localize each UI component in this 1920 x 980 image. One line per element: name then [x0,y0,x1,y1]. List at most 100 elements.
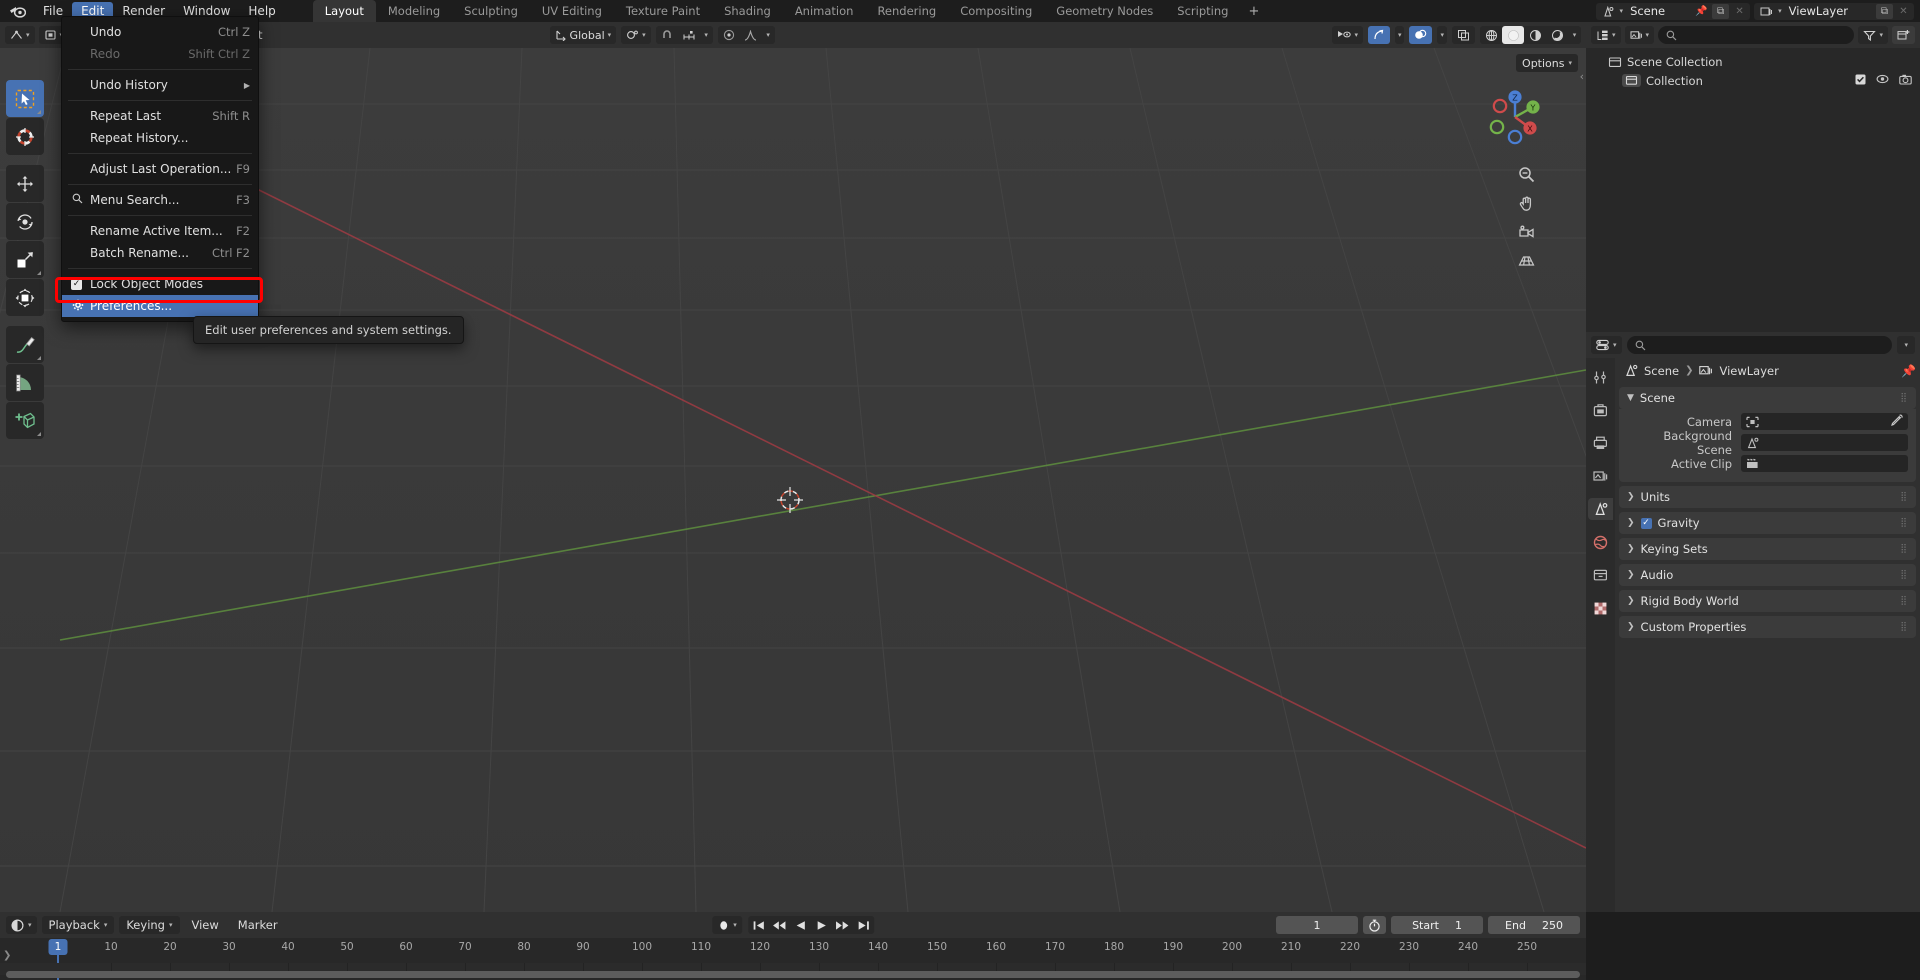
toggle-ortho-button[interactable] [1514,249,1538,273]
overlays-toggle[interactable] [1409,26,1433,44]
timeline-expand-arrow[interactable]: ❯ [3,950,11,961]
outliner-filter-id-selector[interactable]: ▾ [1624,26,1655,44]
playhead[interactable]: 1 [48,939,68,955]
panel-grip[interactable]: ⣿ [1900,492,1908,502]
prop-field-camera[interactable] [1741,413,1908,430]
breadcrumb-viewlayer-label[interactable]: ViewLayer [1719,364,1778,378]
use-preview-range-button[interactable] [1363,916,1386,934]
zoom-view-button[interactable] [1514,162,1538,186]
properties-editor[interactable]: ▾ ▾ Scene ❯ ViewLayer 📌 ▼ Scene ⣿ Camera… [1586,332,1920,912]
panel-custom-properties-header[interactable]: ❯ Custom Properties ⣿ [1619,616,1916,638]
gizmo-toggle[interactable] [1367,26,1390,44]
properties-tab-collection[interactable] [1588,564,1613,586]
outliner-filter-button[interactable]: ▾ [1858,26,1888,44]
falloff-curve-icon[interactable] [740,26,762,44]
panel-grip[interactable]: ⣿ [1900,544,1908,554]
timeline-editor[interactable]: ▾ Playback ▾ Keying ▾ View Marker ▾ 1 St… [0,912,1586,980]
properties-editor-type-selector[interactable]: ▾ [1591,336,1622,354]
properties-search-input[interactable] [1626,336,1893,354]
new-collection-button[interactable] [1892,26,1915,44]
auto-keying-toggle[interactable]: ▾ [712,916,742,934]
menu-item-undo-history[interactable]: Undo History ▶ [62,74,258,96]
outliner-display-mode-selector[interactable]: ▾ [1591,26,1621,44]
checkbox-checked-icon[interactable]: ✓ [71,278,82,290]
workspace-tab-modeling[interactable]: Modeling [376,0,452,22]
shading-material-preview-button[interactable] [1524,26,1546,44]
checkbox-checked-icon[interactable] [1855,74,1866,88]
sidebar-collapse-arrow[interactable]: ‹ [1580,70,1584,83]
workspace-tab-sculpting[interactable]: Sculpting [452,0,530,22]
end-frame-field[interactable]: End 250 [1488,916,1580,934]
properties-content[interactable]: Scene ❯ ViewLayer 📌 ▼ Scene ⣿ Camera Bac… [1615,358,1920,912]
shading-wireframe-button[interactable] [1480,26,1502,44]
tool-rotate[interactable] [6,203,44,240]
next-keyframe-button[interactable] [832,920,853,931]
proportional-edit-icon[interactable] [718,26,740,44]
panel-scene-header[interactable]: ▼ Scene ⣿ [1619,387,1916,409]
properties-tab-view-layer[interactable] [1588,465,1613,487]
menu-item-rename-active-item[interactable]: Rename Active Item... F2 [62,220,258,242]
add-workspace-button[interactable]: + [1240,4,1267,19]
workspace-tab-compositing[interactable]: Compositing [948,0,1044,22]
current-frame-field[interactable]: 1 [1276,916,1358,934]
timeline-menu-playback[interactable]: Playback ▾ [41,916,115,934]
properties-tab-scene[interactable] [1588,498,1613,520]
prop-row-active-clip[interactable]: Active Clip [1627,454,1908,473]
timeline-ruler[interactable]: 10 20 30 40 50 60 70 80 90 100 110 120 1… [0,938,1586,980]
panel-audio-header[interactable]: ❯ Audio ⣿ [1619,564,1916,586]
snap-target-icon[interactable] [678,26,700,44]
new-viewlayer-icon[interactable]: ⧉ [1876,3,1893,19]
properties-tab-tool[interactable] [1588,366,1613,388]
panel-grip[interactable]: ⣿ [1900,570,1908,580]
tool-add-cube[interactable] [6,402,44,439]
properties-tab-render[interactable] [1588,399,1613,421]
panel-grip[interactable]: ⣿ [1900,393,1908,403]
timeline-menu-view[interactable]: View [185,918,226,932]
chevron-down-icon[interactable]: ▾ [700,26,713,44]
properties-tab-texture[interactable] [1588,597,1613,619]
menu-item-batch-rename[interactable]: Batch Rename... Ctrl F2 [62,242,258,264]
tool-annotate[interactable] [6,326,44,363]
menu-item-menu-search[interactable]: Menu Search... F3 [62,189,258,211]
outliner-row-collection[interactable]: Collection [1586,71,1920,90]
workspace-tab-layout[interactable]: Layout [312,0,376,22]
chevron-down-icon[interactable]: ▾ [1568,26,1581,44]
navigation-gizmo[interactable]: Z Y X [1482,84,1548,150]
new-scene-icon[interactable]: ⧉ [1712,3,1730,19]
outliner-tree[interactable]: Scene Collection Collection [1586,48,1920,90]
eyedropper-icon[interactable] [1891,414,1903,429]
close-icon[interactable]: ✕ [1731,4,1748,19]
snap-magnet-icon[interactable] [656,26,678,44]
proportional-editing-controls[interactable]: ▾ [717,26,775,44]
properties-tab-world[interactable] [1588,531,1613,553]
viewport-options-button[interactable]: Options ▾ [1516,54,1578,72]
pin-icon[interactable]: 📌 [1693,4,1710,19]
menu-item-repeat-last[interactable]: Repeat Last Shift R [62,105,258,127]
properties-options-dropdown[interactable]: ▾ [1897,336,1915,354]
panel-scene[interactable]: ▼ Scene ⣿ Camera Background Scene Active… [1619,387,1916,482]
outliner-editor[interactable]: ▾ ▾ ▾ Scene Collection Collection [1586,22,1920,332]
tool-move[interactable] [6,165,44,202]
close-icon[interactable]: ✕ [1895,4,1912,19]
menu-item-repeat-history[interactable]: Repeat History... [62,127,258,149]
properties-tab-output[interactable] [1588,432,1613,454]
timeline-menu-marker[interactable]: Marker [231,918,285,932]
prop-field-background-scene[interactable] [1741,434,1908,451]
pivot-point-selector[interactable]: ▾ [621,26,651,44]
start-frame-field[interactable]: Start 1 [1391,916,1483,934]
tool-measure[interactable] [6,364,44,401]
outliner-row-scene-collection[interactable]: Scene Collection [1586,52,1920,71]
play-button[interactable] [811,920,832,931]
workspace-tab-scripting[interactable]: Scripting [1165,0,1240,22]
viewlayer-selector[interactable]: ▾ ViewLayer ⧉ ✕ [1754,2,1914,20]
menu-item-adjust-last-operation[interactable]: Adjust Last Operation... F9 [62,158,258,180]
eye-icon[interactable] [1876,74,1889,88]
jump-to-end-button[interactable] [853,920,874,931]
shading-rendered-button[interactable] [1546,26,1568,44]
overlays-dropdown[interactable]: ▾ [1437,26,1447,44]
timeline-editor-type-selector[interactable]: ▾ [6,916,37,934]
visibility-selector[interactable]: ▾ [1332,26,1363,44]
shading-solid-button[interactable] [1502,26,1524,44]
pin-icon[interactable]: 📌 [1901,364,1916,378]
panel-rigid-body-world-header[interactable]: ❯ Rigid Body World ⣿ [1619,590,1916,612]
